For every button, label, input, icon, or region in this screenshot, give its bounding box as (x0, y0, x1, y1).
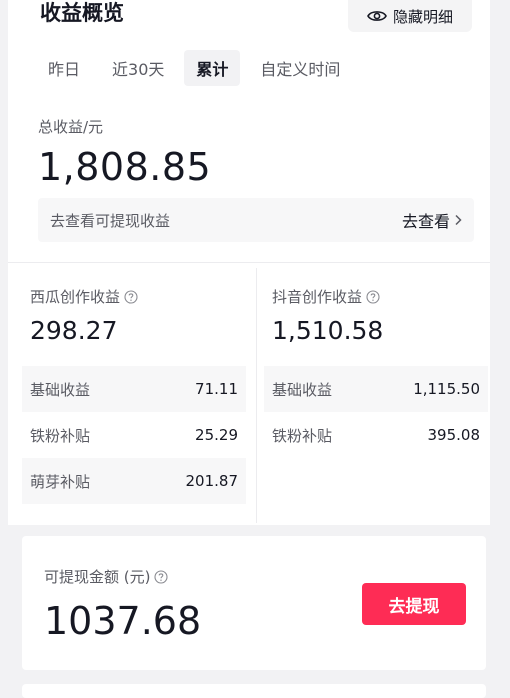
breakdown-value: 201.87 (185, 472, 239, 490)
view-withdrawable-label: 去查看可提现收益 (50, 211, 171, 230)
breakdown-label: 基础收益 (272, 380, 333, 399)
help-icon[interactable] (124, 289, 138, 304)
tab-cumulative[interactable]: 累计 (184, 50, 241, 86)
view-withdrawable-row[interactable]: 去查看可提现收益 去查看 (38, 198, 474, 242)
page-title: 收益概览 (40, 1, 124, 25)
list-item: 基础收益 1,115.50 (264, 366, 488, 412)
eye-icon (367, 11, 387, 21)
view-link-label: 去查看 (401, 212, 450, 231)
xigua-earnings-title: 西瓜创作收益 (30, 288, 121, 306)
withdrawable-header: 可提现金额 (元) (44, 566, 169, 587)
douyin-breakdown-list: 基础收益 1,115.50 铁粉补贴 395.08 (264, 366, 488, 458)
breakdown-label: 铁粉补贴 (30, 426, 91, 445)
tab-yesterday[interactable]: 昨日 (36, 50, 92, 86)
breakdown-label: 基础收益 (30, 380, 91, 399)
total-earnings-value: 1,808.85 (38, 145, 212, 189)
withdrawable-amount: 1037.68 (44, 599, 202, 643)
breakdown-value: 1,115.50 (413, 380, 480, 398)
next-card (22, 684, 486, 698)
breakdown-label: 铁粉补贴 (272, 426, 333, 445)
breakdown-value: 25.29 (195, 426, 238, 444)
xigua-breakdown-list: 基础收益 71.11 铁粉补贴 25.29 萌芽补贴 201.87 (22, 366, 246, 504)
douyin-earnings-title: 抖音创作收益 (272, 288, 363, 306)
hide-details-button[interactable]: 隐藏明细 (348, 0, 472, 32)
withdraw-button[interactable]: 去提现 (362, 583, 466, 625)
chevron-right-icon (455, 214, 462, 226)
breakdown-label: 萌芽补贴 (30, 472, 91, 491)
help-icon[interactable] (366, 289, 380, 304)
total-earnings-label: 总收益/元 (38, 118, 104, 136)
tab-last-30-days[interactable]: 近30天 (100, 50, 176, 86)
douyin-earnings-value: 1,510.58 (272, 316, 384, 345)
breakdown-value: 71.11 (195, 380, 238, 398)
tab-custom-time[interactable]: 自定义时间 (248, 50, 352, 86)
withdrawable-label: 可提现金额 (元) (44, 568, 151, 586)
section-divider (8, 262, 490, 263)
xigua-earnings-value: 298.27 (30, 316, 118, 345)
xigua-earnings-header: 西瓜创作收益 (30, 286, 138, 307)
breakdown-value: 395.08 (427, 426, 481, 444)
list-item: 铁粉补贴 25.29 (22, 412, 246, 458)
view-link[interactable]: 去查看 (402, 208, 462, 232)
hide-details-label: 隐藏明细 (392, 7, 453, 26)
help-icon[interactable] (154, 569, 169, 584)
withdrawable-card: 可提现金额 (元) 1037.68 去提现 (22, 536, 486, 670)
column-divider (256, 268, 257, 523)
douyin-earnings-header: 抖音创作收益 (272, 286, 380, 307)
list-item: 铁粉补贴 395.08 (264, 412, 488, 458)
list-item: 基础收益 71.11 (22, 366, 246, 412)
list-item: 萌芽补贴 201.87 (22, 458, 246, 504)
period-tabs: 昨日 近30天 累计 自定义时间 (36, 50, 352, 86)
